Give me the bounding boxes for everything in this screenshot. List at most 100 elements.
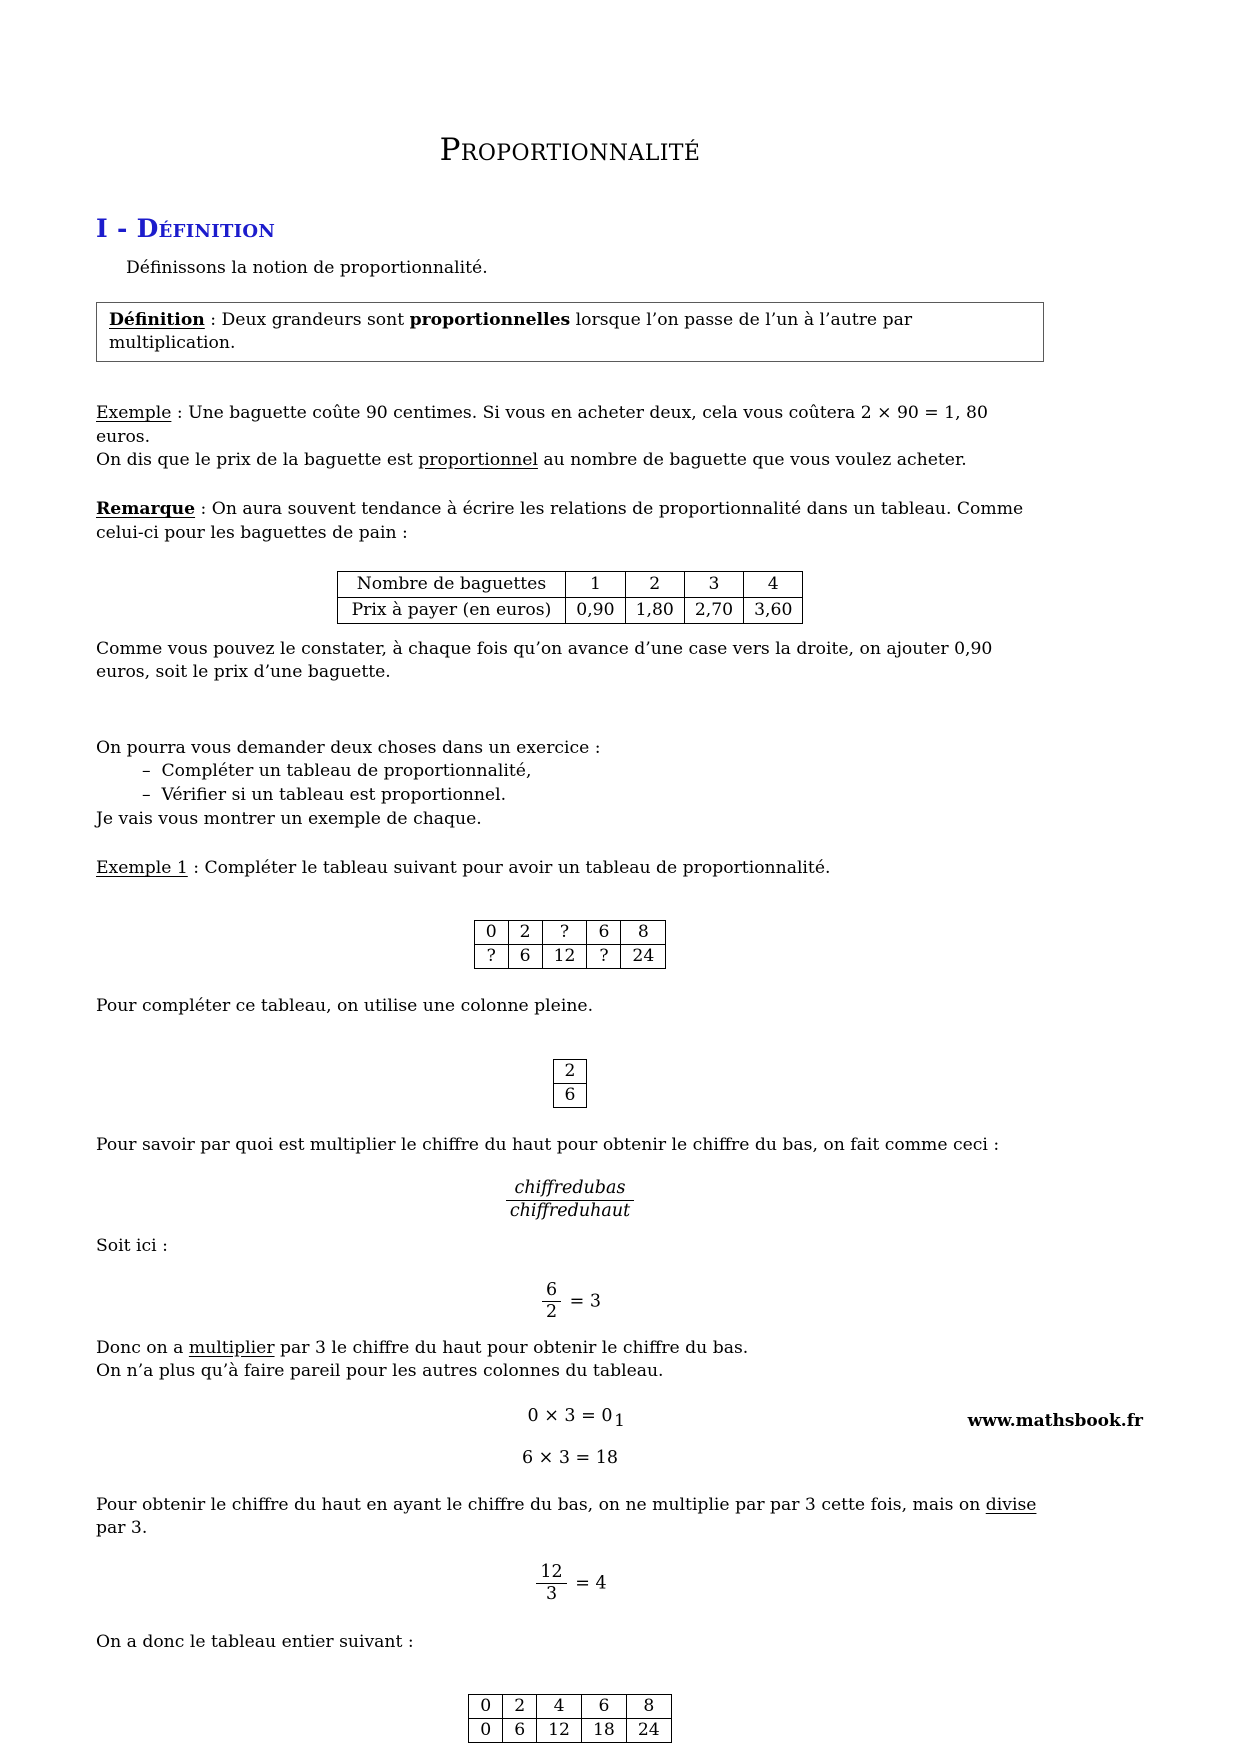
cell: ?	[473, 944, 509, 970]
division-denominator: 3	[545, 1584, 558, 1605]
final-table-intro: On a donc le tableau entier suivant :	[96, 1631, 414, 1652]
cell: 6	[586, 920, 622, 946]
cell: 2	[502, 1694, 538, 1720]
definition-text-before: Deux grandeurs sont	[221, 310, 410, 331]
incomplete-table-wrapper: 0 2 ? 6 8 ? 6 12 ? 24	[96, 920, 1044, 970]
table-row: 0 6 12 18 24	[468, 1718, 672, 1744]
cell: 0	[468, 1718, 504, 1744]
two-things-list: Compléter un tableau de proportionnalité…	[96, 760, 1044, 807]
ratio-example: 6 2 = 3	[96, 1280, 1044, 1323]
cell: 2	[507, 920, 543, 946]
ratio-formula: chiffredubas chiffreduhaut	[96, 1179, 1044, 1221]
section-heading-definition: I - Définition	[96, 214, 276, 243]
exemple1-paragraph: Exemple 1 : Compléter le tableau suivant…	[96, 857, 1044, 880]
cell: 0	[473, 920, 509, 946]
row-label-nombre: Nombre de baguettes	[336, 571, 567, 599]
cell: 12	[541, 944, 588, 970]
intro-paragraph: Définissons la notion de proportionnalit…	[126, 258, 488, 278]
ratio-numerator: chiffredubas	[505, 1179, 635, 1201]
cell: ?	[586, 944, 622, 970]
divide-text-after: par 3.	[96, 1518, 148, 1539]
list-item: Vérifier si un tableau est proportionnel…	[142, 784, 1044, 808]
division-numerator: 12	[536, 1562, 567, 1585]
table-row: ? 6 12 ? 24	[473, 944, 667, 970]
exemple-line1: : Une baguette coûte 90 centimes. Si vou…	[96, 403, 988, 447]
table-row: 2	[552, 1058, 588, 1084]
cell: 24	[620, 944, 667, 970]
table-row: 0 2 4 6 8	[468, 1694, 672, 1720]
cell: 2	[552, 1058, 588, 1084]
definition-box: Définition : Deux grandeurs sont proport…	[96, 302, 1044, 363]
cell: 24	[625, 1718, 672, 1744]
full-column-table: 2 6	[552, 1058, 588, 1108]
multiply-paragraph: Donc on a multiplier par 3 le chiffre du…	[96, 1337, 1044, 1384]
remarque-label: Remarque	[96, 499, 196, 520]
incomplete-table: 0 2 ? 6 8 ? 6 12 ? 24	[473, 920, 667, 970]
divide-text-before: Pour obtenir le chiffre du haut en ayant…	[96, 1494, 986, 1515]
row-label-prix: Prix à payer (en euros)	[336, 597, 567, 625]
cell: 1,80	[624, 597, 685, 625]
exemple-label: Exemple	[96, 403, 172, 424]
two-things-outro: Je vais vous montrer un exemple de chaqu…	[96, 808, 482, 829]
cell: 2,70	[683, 597, 745, 625]
multiply-text-after: par 3 le chiffre du haut pour obtenir le…	[274, 1338, 749, 1359]
cell: 3	[683, 571, 745, 599]
after-table-paragraph: Comme vous pouvez le constater, à chaque…	[96, 639, 993, 683]
cell: 3,60	[743, 597, 804, 625]
exemple1-text: : Compléter le tableau suivant pour avoi…	[187, 858, 831, 879]
page-title: Proportionnalité	[439, 132, 701, 168]
definition-label: Définition	[109, 310, 205, 331]
computation-2: 6 × 3 = 18	[521, 1447, 619, 1468]
multiply-text-before: Donc on a	[96, 1338, 189, 1359]
divide-underlined: divise	[985, 1494, 1037, 1515]
cell: ?	[541, 920, 588, 946]
footer-website: www.mathsbook.fr	[967, 1411, 1143, 1431]
exemple-paragraph: Exemple : Une baguette coûte 90 centimes…	[96, 402, 1044, 472]
definition-bold-word: proportionnelles	[409, 310, 571, 331]
document-page: Proportionnalité I - Définition Définiss…	[0, 0, 1239, 1754]
complete-table-wrapper: 0 2 4 6 8 0 6 12 18 24	[96, 1694, 1044, 1744]
ratio-example-equals: = 3	[569, 1291, 602, 1312]
multiply-underlined: multiplier	[188, 1338, 275, 1359]
cell: 18	[581, 1718, 627, 1744]
cell: 12	[536, 1718, 582, 1744]
exemple-line2-underlined: proportionnel	[418, 449, 538, 470]
cell: 0	[468, 1694, 504, 1720]
cell: 2	[624, 571, 685, 599]
two-things-intro: On pourra vous demander deux choses dans…	[96, 737, 601, 758]
cell: 4	[536, 1694, 582, 1720]
table-row: 6	[552, 1082, 588, 1108]
same-for-others: On n’a plus qu’à faire pareil pour les a…	[96, 1361, 664, 1382]
cell: 6	[552, 1082, 588, 1108]
cell: 1	[565, 571, 626, 599]
table-row: Nombre de baguettes 1 2 3 4	[336, 571, 804, 599]
cell: 0,90	[565, 597, 626, 625]
ratio-denominator: chiffreduhaut	[509, 1200, 631, 1221]
cell: 4	[743, 571, 804, 599]
cell: 6	[581, 1694, 627, 1720]
table-row: 0 2 ? 6 8	[473, 920, 667, 946]
baguette-table-wrapper: Nombre de baguettes 1 2 3 4 Prix à payer…	[96, 571, 1044, 625]
cell: 8	[625, 1694, 672, 1720]
cell: 8	[620, 920, 667, 946]
remarque-paragraph: Remarque : On aura souvent tendance à éc…	[96, 498, 1044, 545]
how-to-find-paragraph: Pour savoir par quoi est multiplier le c…	[96, 1134, 1000, 1155]
page-footer: 1 www.mathsbook.fr	[96, 1411, 1143, 1431]
baguette-table: Nombre de baguettes 1 2 3 4 Prix à payer…	[336, 571, 804, 625]
divide-paragraph: Pour obtenir le chiffre du haut en ayant…	[96, 1494, 1044, 1541]
full-column-table-wrapper: 2 6	[96, 1058, 1044, 1108]
cell: 6	[502, 1718, 538, 1744]
ratio-example-denominator: 2	[545, 1302, 558, 1323]
exemple1-label: Exemple 1	[96, 858, 188, 879]
complete-table: 0 2 4 6 8 0 6 12 18 24	[468, 1694, 672, 1744]
ratio-example-numerator: 6	[541, 1280, 562, 1303]
cell: 6	[507, 944, 543, 970]
remarque-text: : On aura souvent tendance à écrire les …	[96, 499, 1024, 543]
soit-ici-paragraph: Soit ici :	[96, 1236, 168, 1257]
table-row: Prix à payer (en euros) 0,90 1,80 2,70 3…	[336, 597, 804, 625]
definition-separator: :	[204, 310, 222, 331]
list-item: Compléter un tableau de proportionnalité…	[142, 760, 1044, 784]
exemple-line2-after: au nombre de baguette que vous voulez ac…	[537, 449, 967, 470]
use-full-column-paragraph: Pour compléter ce tableau, on utilise un…	[96, 996, 594, 1017]
division-equals: = 4	[575, 1573, 607, 1594]
